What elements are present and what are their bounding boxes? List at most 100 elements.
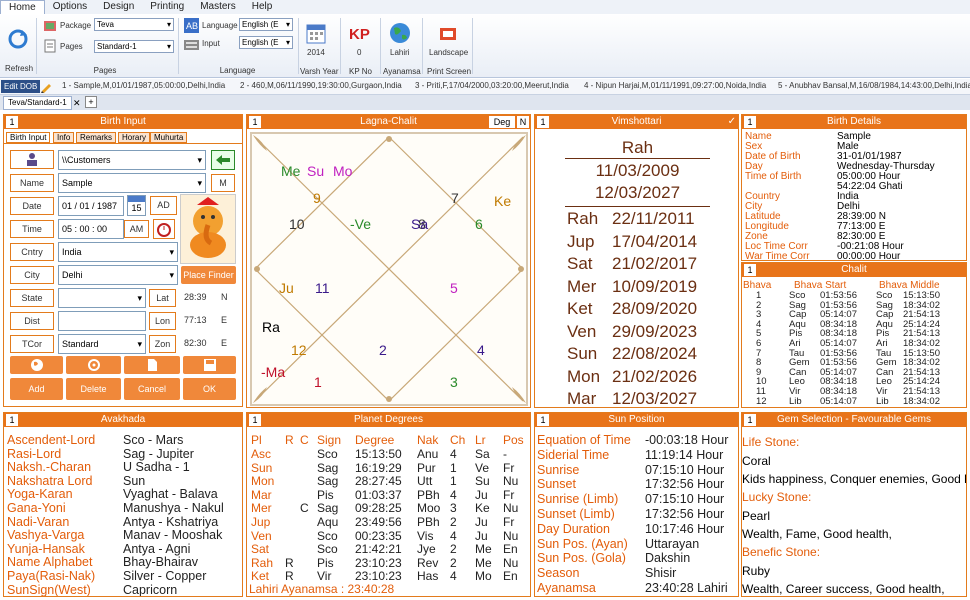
record-item-5[interactable]: 5 - Anubhav Bansal,M,16/08/1984,14:43:00… bbox=[778, 81, 970, 90]
record-item-2[interactable]: 2 - 460,M,06/11/1990,19:30:00,Gurgaon,In… bbox=[240, 81, 402, 90]
pencil-icon[interactable] bbox=[40, 81, 52, 93]
lon-direction[interactable]: E bbox=[221, 315, 227, 325]
dasha-end: 12/03/2027 bbox=[594, 183, 681, 202]
language-select[interactable]: English (E bbox=[239, 18, 293, 31]
district-field[interactable] bbox=[58, 311, 146, 331]
folder-select[interactable]: \\Customers bbox=[58, 150, 206, 170]
customers-folder-button[interactable] bbox=[10, 150, 54, 169]
menu-help[interactable]: Help bbox=[244, 0, 281, 14]
input-language-select[interactable]: English (E bbox=[239, 36, 293, 49]
menu-printing[interactable]: Printing bbox=[142, 0, 192, 14]
planet-cell: Nu bbox=[503, 555, 519, 570]
kp-icon[interactable]: KP bbox=[349, 24, 371, 42]
planet-cell: Ju bbox=[475, 515, 488, 529]
close-tab-icon[interactable]: ✕ bbox=[73, 98, 81, 109]
globe-button[interactable] bbox=[10, 356, 63, 374]
planet-cell: 21:42:21 bbox=[355, 542, 402, 557]
delete-button[interactable]: Delete bbox=[66, 378, 121, 400]
zon-value[interactable]: 82:30 bbox=[184, 338, 207, 348]
planet-cell: PBh bbox=[417, 487, 440, 502]
name-field[interactable]: Sample bbox=[58, 173, 206, 193]
kp-value: 0 bbox=[357, 48, 362, 57]
mahadasha-lord: Rah bbox=[621, 138, 654, 157]
lat-value[interactable]: 28:39 bbox=[184, 292, 207, 302]
am-button[interactable]: AM bbox=[124, 220, 149, 238]
sun-key: Sunrise bbox=[537, 462, 580, 477]
north-style-button[interactable]: N bbox=[517, 116, 529, 128]
menu-masters[interactable]: Masters bbox=[192, 0, 244, 14]
landscape-print-icon[interactable] bbox=[438, 24, 458, 44]
tab-birth-input[interactable]: Birth Input bbox=[6, 132, 51, 143]
tab-remarks[interactable]: Remarks bbox=[76, 132, 117, 143]
document-tab[interactable]: Teva/Standard-1 bbox=[3, 96, 72, 110]
tab-muhurta[interactable]: Muhurta bbox=[150, 132, 188, 143]
new-tab-icon[interactable]: + bbox=[85, 96, 97, 108]
menu-home[interactable]: Home bbox=[0, 0, 45, 14]
kp-no-label: KP No bbox=[349, 67, 372, 76]
tab-info[interactable]: Info bbox=[53, 132, 75, 143]
planet-cell: Ven bbox=[251, 528, 272, 543]
avakhada-key: Nadi-Varan bbox=[7, 514, 70, 529]
alarm-clock-icon[interactable] bbox=[153, 219, 175, 239]
state-select[interactable] bbox=[58, 288, 146, 308]
pages-select[interactable]: Standard-1 bbox=[94, 40, 174, 53]
country-select[interactable]: India bbox=[58, 242, 178, 262]
planet-cell: Mon bbox=[251, 474, 275, 489]
place-finder-button[interactable]: Place Finder bbox=[181, 266, 236, 284]
add-button[interactable]: Add bbox=[10, 378, 63, 400]
sun-key: Day Duration bbox=[537, 521, 610, 536]
planet-header-cell: Nak bbox=[417, 433, 439, 447]
back-arrow-icon[interactable] bbox=[211, 150, 235, 170]
calendar-button[interactable]: 15 bbox=[127, 195, 146, 216]
planet-cell: Aqu bbox=[317, 515, 339, 529]
chart-label: 11 bbox=[315, 280, 330, 296]
zon-direction[interactable]: E bbox=[221, 338, 227, 348]
city-select[interactable]: Delhi bbox=[58, 265, 178, 285]
chart-label: 3 bbox=[450, 374, 458, 390]
target-button[interactable] bbox=[66, 356, 121, 374]
planet-cell: 28:27:45 bbox=[355, 474, 402, 489]
record-item-3[interactable]: 3 - Priti,F,17/04/2000,03:20:00,Meerut,I… bbox=[415, 81, 569, 90]
avakhada-title: Avakhada bbox=[100, 414, 146, 425]
tcor-select[interactable]: Standard bbox=[58, 334, 146, 354]
gender-button[interactable]: M bbox=[211, 174, 235, 192]
planet-cell: Asc bbox=[251, 447, 272, 461]
planet-cell: Ju bbox=[475, 487, 488, 502]
lat-label: Lat bbox=[149, 289, 176, 307]
avakhada-value: Antya - Kshatriya bbox=[123, 514, 219, 529]
package-select[interactable]: Teva bbox=[94, 18, 174, 31]
refresh-button-label[interactable]: Refresh bbox=[5, 64, 33, 73]
ad-button[interactable]: AD bbox=[150, 196, 177, 215]
sun-position-panel: 1 Sun Position Equation of Time -00:03:18 … bbox=[534, 412, 739, 597]
pages-label: Pages bbox=[60, 42, 83, 51]
checkmark-icon[interactable]: ✓ bbox=[728, 115, 736, 129]
avakhada-value: Sag - Jupiter bbox=[123, 446, 194, 461]
record-item-4[interactable]: 4 - Nipun Harjai,M,01/11/1991,09:27:00,N… bbox=[584, 81, 766, 90]
date-field[interactable]: 01 / 01 / 1987 bbox=[58, 196, 124, 216]
time-field[interactable]: 05 : 00 : 00 bbox=[58, 219, 124, 239]
globe-icon[interactable] bbox=[389, 22, 411, 44]
record-item-1[interactable]: 1 - Sample,M,01/01/1987,05:00:00,Delhi,I… bbox=[62, 81, 225, 90]
edit-dob-button[interactable]: Edit DOB bbox=[1, 80, 41, 93]
antardasha-date: 29/09/2023 bbox=[612, 321, 698, 341]
save-button[interactable] bbox=[183, 356, 236, 374]
lat-direction[interactable]: N bbox=[221, 292, 228, 302]
new-document-button[interactable] bbox=[124, 356, 180, 374]
menu-options[interactable]: Options bbox=[45, 0, 95, 14]
deg-button[interactable]: Deg bbox=[489, 116, 515, 128]
city-label: City bbox=[10, 266, 54, 284]
tab-horary[interactable]: Horary bbox=[118, 132, 151, 143]
planet-cell: 23:10:23 bbox=[355, 555, 402, 570]
planet-cell: Anu bbox=[417, 447, 439, 461]
sun-value: 07:15:10 Hour bbox=[645, 492, 725, 507]
calendar-icon[interactable] bbox=[306, 22, 326, 44]
lon-value[interactable]: 77:13 bbox=[184, 315, 207, 325]
refresh-icon[interactable] bbox=[7, 28, 29, 50]
chart-label: Su bbox=[307, 163, 324, 179]
ok-button[interactable]: OK bbox=[183, 378, 236, 400]
menu-design[interactable]: Design bbox=[95, 0, 142, 14]
zon-label: Zon bbox=[149, 335, 176, 353]
cancel-button[interactable]: Cancel bbox=[124, 378, 180, 400]
antardasha-lord: Rah bbox=[567, 209, 599, 228]
planet-cell: Ju bbox=[475, 528, 488, 543]
